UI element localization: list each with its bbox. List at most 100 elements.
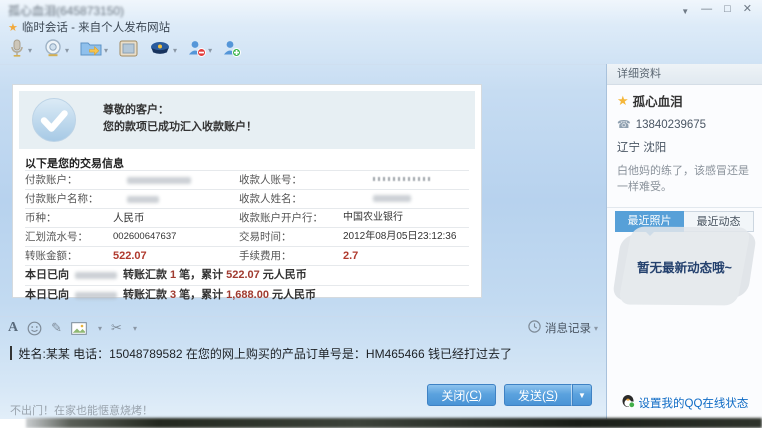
report-button[interactable]: ▾ [147,39,179,62]
transfer-amount-value: 522.07 [113,247,239,265]
screen-share-button[interactable] [117,39,140,63]
send-accesskey: S [546,388,554,402]
bank-transfer-receipt-image[interactable]: 尊敬的客户： 您的款项已成功汇入收款账户！ 以下是您的交易信息 付款账户： 收款… [12,84,482,298]
qq-status-link-label: 设置我的QQ在线状态 [639,395,749,411]
transaction-time-label: 交易时间： [239,228,343,246]
title-bar[interactable]: 孤心血泪(645873150) ▼ — □ ✕ [0,0,762,18]
payee-account-value-redacted [343,171,469,189]
summary-verb: 转账汇款 [123,289,167,301]
table-row: 汇划流水号： 002600647637 交易时间： 2012年08月05日23:… [25,227,469,246]
phone-icon: ☎ [617,118,631,131]
profile-header: 详细资料 [607,64,762,85]
qq-penguin-icon [621,394,639,411]
receipt-header: 尊敬的客户： 您的款项已成功汇入收款账户！ [19,91,475,149]
chevron-down-icon: ▾ [104,46,108,55]
send-split-button: 发送(S) ▼ [504,384,592,406]
video-call-button[interactable]: ▾ [41,37,71,64]
send-options-dropdown[interactable]: ▼ [572,384,592,406]
footer-button-row: 关闭(C) 发送(S) ▼ [427,384,592,406]
empty-updates-text: 暂无最新动态哦~ [637,257,732,276]
profile-body: ★ 孤心血泪 ☎ 13840239675 辽宁 沈阳 白他妈的练了，该感冒还是一… [607,85,762,419]
profile-sidebar: 详细资料 ★ 孤心血泪 ☎ 13840239675 辽宁 沈阳 白他妈的练了，该… [606,64,762,419]
summary-prefix: 本日已向 [25,269,69,281]
message-display-area[interactable]: 尊敬的客户： 您的款项已成功汇入收款账户！ 以下是您的交易信息 付款账户： 收款… [0,64,606,316]
screenshot-scissors-button[interactable]: ✂ [111,320,122,336]
payer-name-label: 付款账户名称： [25,190,113,208]
payee-bank-label: 收款账户开户行： [239,209,343,227]
close-window-button[interactable]: ✕ [743,2,752,19]
message-input-text: 姓名:某某 电话：15048789582 在您的网上购买的产品订单号是：HM46… [19,347,512,361]
vip-star-icon: ★ [617,93,629,109]
summary-line: 本日已向转账汇款1笔，累计522.07元人民币 [25,265,469,285]
handwriting-button[interactable]: ✎ [51,320,62,336]
table-row: 付款账户： 收款人账号： [25,170,469,189]
window-menu-icon[interactable]: ▼ [681,2,689,19]
minimize-button[interactable]: — [701,2,712,19]
receipt-greeting: 尊敬的客户： 您的款项已成功汇入收款账户！ [103,102,257,136]
close-label-end: ) [478,388,482,402]
microphone-icon [8,38,26,63]
summary-amount: 1,688.00 [226,289,269,301]
add-friend-icon [223,40,241,62]
message-input[interactable]: 姓名:某某 电话：15048789582 在您的网上购买的产品订单号是：HM46… [0,340,606,384]
transaction-section-title: 以下是您的交易信息 [25,155,469,170]
add-friend-button[interactable] [221,39,243,63]
greeting-line: 您的款项已成功汇入收款账户！ [103,119,257,136]
profile-name: 孤心血泪 [633,91,683,110]
send-file-button[interactable]: ▾ [78,38,110,63]
summary-mid: 笔，累计 [179,289,223,301]
emoticon-button[interactable] [27,321,42,336]
table-row: 付款账户名称： 收款人姓名： [25,189,469,208]
table-row: 币种： 人民币 收款账户开户行： 中国农业银行 [25,208,469,227]
payer-account-label: 付款账户： [25,171,113,189]
chevron-down-icon: ▾ [28,46,32,55]
profile-location: 辽宁 沈阳 [617,139,752,155]
maximize-button[interactable]: □ [724,2,731,19]
editor-toolbar: A ✎ ▾ ✂ ▾ 消息记录 ▾ [0,316,606,339]
fee-label: 手续费用： [239,247,343,265]
payee-bank-value: 中国农业银行 [343,209,469,227]
police-cap-icon [149,40,171,61]
chat-toolbar: ▾ ▾ ▾ ▾ ▾ [0,37,606,65]
screenshot-root: 孤心血泪(645873150) ▼ — □ ✕ ★ 临时会话 - 来自个人发布网… [0,0,762,428]
send-button[interactable]: 发送(S) [504,384,572,406]
session-bar: ★ 临时会话 - 来自个人发布网站 [8,19,170,35]
chevron-down-icon: ▾ [65,46,69,55]
divider [607,207,762,208]
table-row: 转账金额： 522.07 手续费用： 2.7 [25,246,469,265]
webcam-icon [43,38,63,63]
promo-status-text: 不出门！在家也能惬意烧烤！ [10,402,153,418]
block-user-icon [188,40,206,62]
currency-label: 币种： [25,209,113,227]
font-style-button[interactable]: A [8,320,18,336]
close-button[interactable]: 关闭(C) [427,384,496,406]
message-history-button[interactable]: 消息记录 ▾ [528,320,598,336]
transfer-amount-label: 转账金额： [25,247,113,265]
currency-value: 人民币 [113,209,239,227]
summary-line: 本日已向转账汇款3笔，累计1,688.00元人民币 [25,285,469,305]
message-history-label: 消息记录 [545,320,591,336]
qq-chat-window: 孤心血泪(645873150) ▼ — □ ✕ ★ 临时会话 - 来自个人发布网… [0,0,762,419]
screen-share-icon [119,40,138,62]
payer-account-value-redacted [113,171,239,189]
payee-name-value-redacted [343,190,469,208]
fee-value: 2.7 [343,247,469,265]
send-image-button[interactable] [71,322,87,335]
session-star-icon: ★ [8,21,18,34]
profile-signature: 白他妈的练了，该感冒还是一样难受。 [617,163,752,195]
payee-account-label: 收款人账号： [239,171,343,189]
transaction-time-value: 2012年08月05日23:12:36 [343,228,469,246]
summary-mid: 笔，累计 [179,269,223,281]
clock-icon [528,320,541,336]
chevron-down-icon[interactable]: ▾ [133,324,137,333]
voice-call-button[interactable]: ▾ [6,37,34,64]
summary-prefix: 本日已向 [25,289,69,301]
payee-name-label: 收款人姓名： [239,190,343,208]
summary-suffix: 元人民币 [272,289,316,301]
qq-status-link[interactable]: 设置我的QQ在线状态 [607,394,762,411]
block-user-button[interactable]: ▾ [186,39,214,63]
chevron-down-icon[interactable]: ▾ [98,324,102,333]
serial-number-label: 汇划流水号： [25,228,113,246]
serial-number-value: 002600647637 [113,228,239,246]
text-cursor [10,346,12,360]
